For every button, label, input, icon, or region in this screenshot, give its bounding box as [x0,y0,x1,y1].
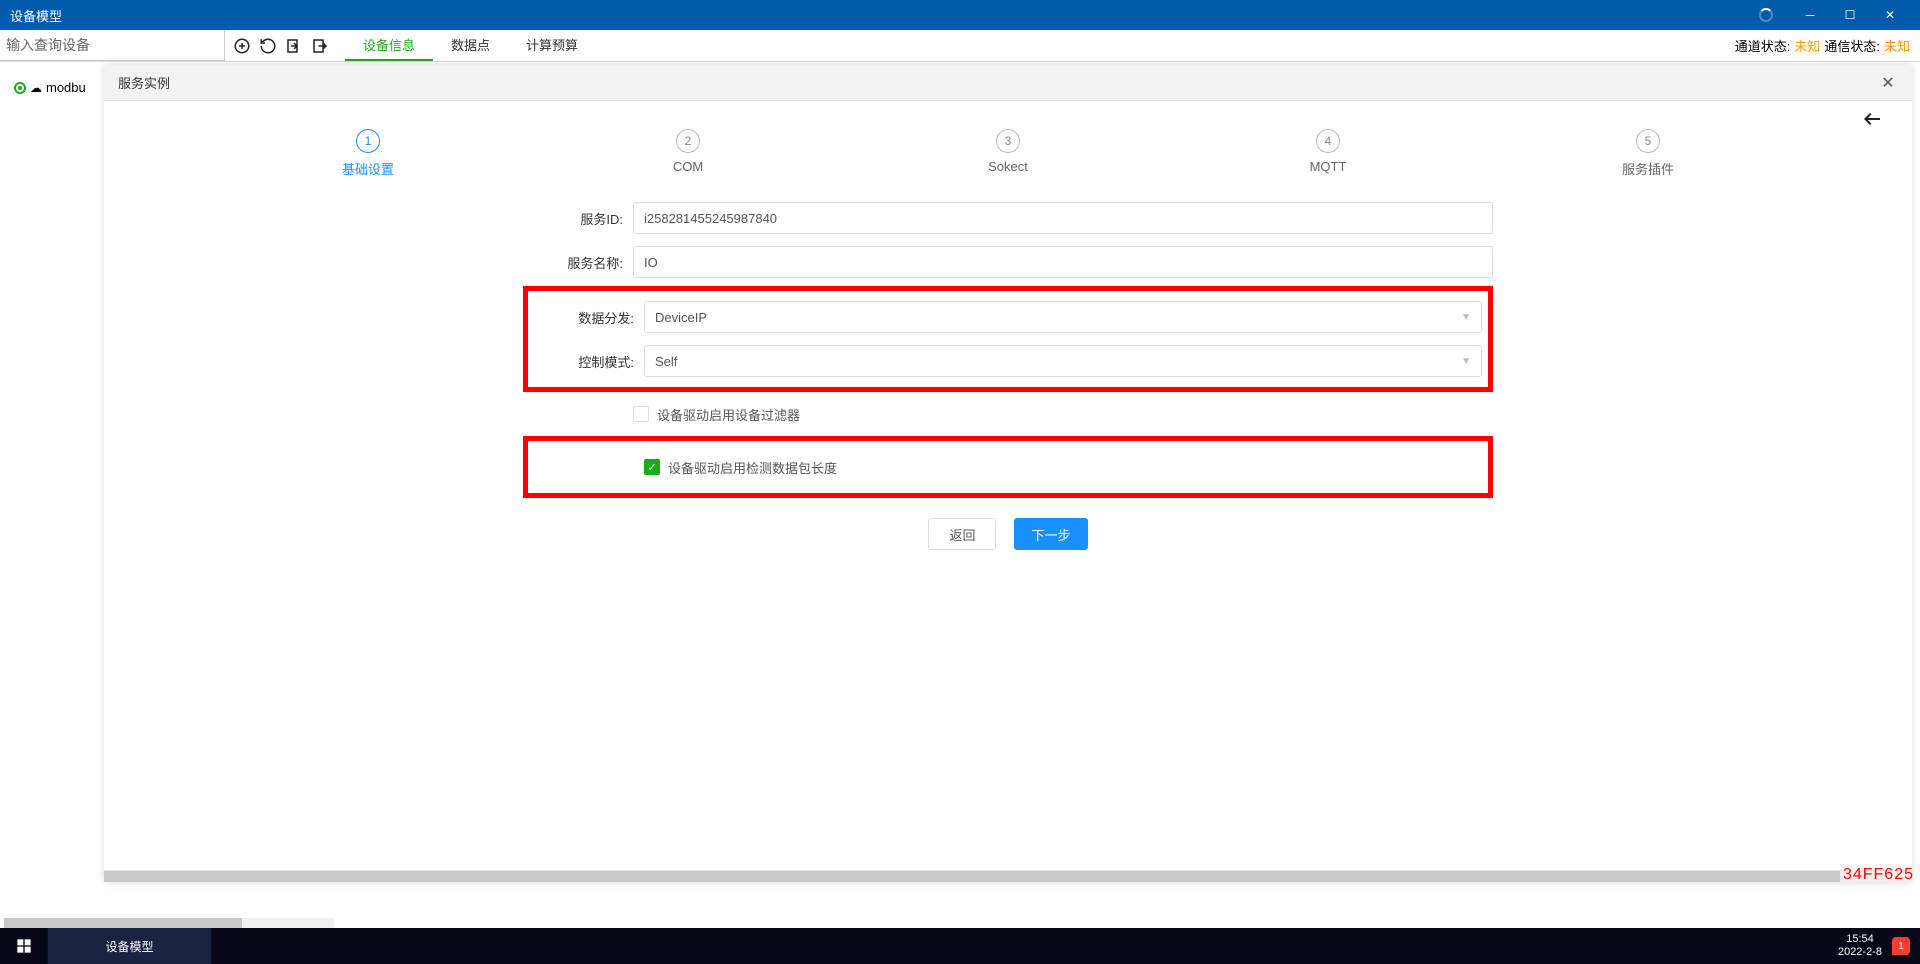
row-enable-packet-length: ✓ 设备驱动启用检测数据包长度 [534,445,1482,489]
control-mode-label: 控制模式: [534,352,644,371]
channel-status-label: 通道状态: [1735,36,1791,55]
export-icon[interactable] [309,35,331,57]
dialog-horizontal-scrollbar[interactable] [104,870,1912,882]
window-controls: ─ ☐ ✕ [1750,0,1910,30]
service-name-input[interactable] [633,246,1493,278]
tree-item-modbus[interactable]: ☁ modbu [0,78,100,97]
maximize-button[interactable]: ☐ [1830,0,1870,30]
chevron-down-icon: ▼ [1461,312,1471,323]
tab-device-info[interactable]: 设备信息 [345,30,433,61]
step-basic-settings[interactable]: 1 基础设置 [208,129,528,178]
add-icon[interactable] [231,35,253,57]
device-tree: ☁ modbu [0,78,100,97]
data-dispatch-label: 数据分发: [534,308,644,327]
channel-status-value: 未知 [1794,36,1820,55]
tree-item-label: modbu [46,80,86,95]
row-enable-device-filter: 设备驱动启用设备过滤器 [523,394,1493,434]
step-com[interactable]: 2 COM [528,129,848,174]
back-button[interactable]: 返回 [928,518,996,550]
taskbar-clock[interactable]: 15:54 2022-2-8 [1838,933,1882,959]
control-mode-select[interactable]: Self ▼ [644,345,1482,377]
next-button[interactable]: 下一步 [1014,518,1087,550]
main-tabs: 设备信息 数据点 计算预算 [345,30,596,61]
control-mode-value: Self [655,354,677,369]
data-dispatch-select[interactable]: DeviceIP ▼ [644,301,1482,333]
step-socket[interactable]: 3 Sokect [848,129,1168,174]
tool-icons [225,30,337,61]
dialog-body: 1 基础设置 2 COM 3 Sokect 4 MQTT 5 服务插件 [104,101,1912,870]
form-buttons: 返回 下一步 [523,518,1493,550]
cloud-icon: ☁ [30,81,42,95]
import-icon[interactable] [283,35,305,57]
close-button[interactable]: ✕ [1870,0,1910,30]
radio-selected-icon [14,82,26,94]
comm-status-value: 未知 [1884,36,1910,55]
windows-taskbar: 设备模型 15:54 2022-2-8 1 [0,928,1920,964]
row-data-dispatch: 数据分发: DeviceIP ▼ [534,295,1482,339]
service-name-label: 服务名称: [523,253,633,272]
step-service-plugin[interactable]: 5 服务插件 [1488,129,1808,178]
taskbar-time: 15:54 [1838,933,1882,946]
enable-packet-length-label: 设备驱动启用检测数据包长度 [668,458,837,477]
search-input[interactable]: 输入查询设备 [0,30,225,61]
minimize-button[interactable]: ─ [1790,0,1830,30]
service-id-input[interactable] [633,202,1493,234]
annotation-highlight-checkbox: ✓ 设备驱动启用检测数据包长度 [523,436,1493,498]
step-mqtt[interactable]: 4 MQTT [1168,129,1488,174]
tab-data-points[interactable]: 数据点 [433,30,508,61]
row-control-mode: 控制模式: Self ▼ [534,339,1482,383]
row-service-name: 服务名称: [523,240,1493,284]
window-titlebar: 设备模型 ─ ☐ ✕ [0,0,1920,30]
taskbar-date: 2022-2-8 [1838,946,1882,959]
chevron-down-icon: ▼ [1461,356,1471,367]
toolbar: 输入查询设备 设备信息 数据点 计算预算 通道状态: 未知 通信状态: 未知 [0,30,1920,62]
system-tray: 15:54 2022-2-8 1 [1828,928,1920,964]
settings-form: 服务ID: 服务名称: 数据分发: DeviceIP ▼ [523,196,1493,550]
tab-calc-budget[interactable]: 计算预算 [508,30,596,61]
dialog-close-icon[interactable]: ✕ [1878,73,1898,93]
wizard-steps: 1 基础设置 2 COM 3 Sokect 4 MQTT 5 服务插件 [160,129,1856,178]
refresh-icon[interactable] [257,35,279,57]
notification-icon[interactable]: 1 [1892,937,1910,955]
start-button[interactable] [0,928,48,964]
comm-status-label: 通信状态: [1824,36,1880,55]
row-service-id: 服务ID: [523,196,1493,240]
window-title: 设备模型 [10,6,1750,25]
status-bar: 通道状态: 未知 通信状态: 未知 [1735,30,1920,61]
service-instance-dialog: 服务实例 ✕ 1 基础设置 2 COM 3 Sokect [104,65,1912,882]
taskbar-app-device-model[interactable]: 设备模型 [48,928,212,964]
loading-spinner-icon [1750,0,1790,30]
data-dispatch-value: DeviceIP [655,310,707,325]
enable-packet-length-checkbox[interactable]: ✓ [644,459,660,475]
dialog-header: 服务实例 ✕ [104,65,1912,101]
enable-device-filter-checkbox[interactable] [633,406,649,422]
watermark-text: 34FF625 [1843,866,1914,884]
annotation-highlight-selects: 数据分发: DeviceIP ▼ 控制模式: Self [523,286,1493,392]
dialog-title: 服务实例 [118,73,170,92]
enable-device-filter-label: 设备驱动启用设备过滤器 [657,405,800,424]
service-id-label: 服务ID: [523,209,633,228]
